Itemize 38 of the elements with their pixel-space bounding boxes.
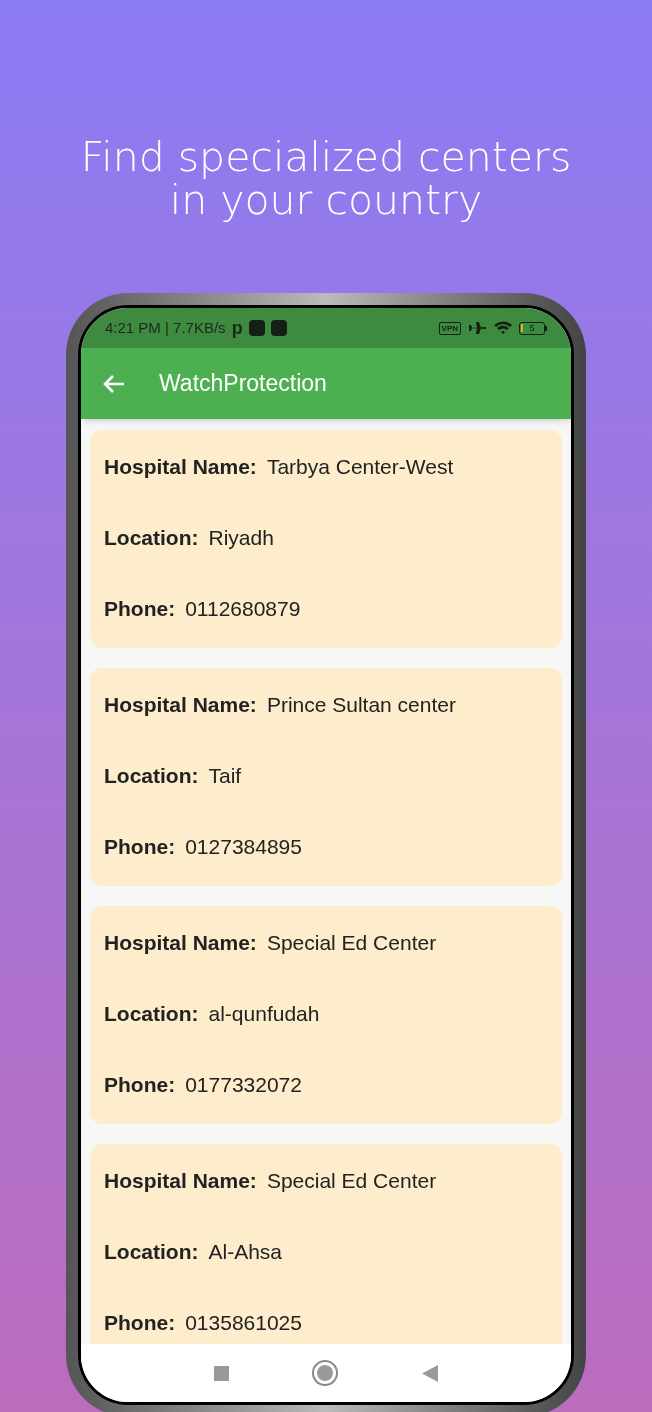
field-value: Tarbya Center-West: [266, 454, 454, 480]
notification-icon: [248, 320, 265, 336]
status-time: 4:21 PM | 7.7KB/s: [105, 317, 226, 338]
field-value: Special Ed Center: [266, 1168, 437, 1194]
field-value: Al-Ahsa: [208, 1239, 283, 1265]
airplane-icon: [467, 320, 487, 336]
recents-icon[interactable]: [213, 1365, 229, 1381]
field-value: Special Ed Center: [266, 930, 437, 956]
field-label: Phone:: [104, 1072, 176, 1098]
vpn-badge: VPN: [438, 321, 461, 335]
field-value: 0135861025: [185, 1310, 302, 1336]
field-label: Location:: [104, 763, 199, 789]
field-label: Location:: [104, 1001, 199, 1027]
field-label: Hospital Name:: [104, 1168, 257, 1194]
home-icon[interactable]: [314, 1362, 337, 1384]
headline: Find specialized centers in your country: [79, 136, 573, 222]
back-arrow-icon[interactable]: [103, 373, 125, 394]
field-label: Hospital Name:: [104, 692, 257, 718]
back-icon[interactable]: [422, 1364, 439, 1382]
field-label: Location:: [104, 1239, 199, 1265]
field-label: Phone:: [104, 1310, 176, 1336]
app-title: WatchProtection: [159, 369, 327, 399]
field-value: Riyadh: [208, 525, 274, 551]
notification-icon: [270, 320, 287, 336]
notification-glyph: p: [231, 319, 243, 337]
field-value: al-qunfudah: [208, 1001, 320, 1027]
wifi-icon: [493, 320, 513, 336]
field-value: 0127384895: [185, 834, 302, 860]
field-label: Location:: [104, 525, 199, 551]
field-label: Hospital Name:: [104, 454, 257, 480]
field-value: 0177332072: [185, 1072, 302, 1098]
field-value: 0112680879: [185, 596, 301, 622]
field-value: Prince Sultan center: [266, 692, 456, 718]
battery-icon: 5: [519, 321, 547, 335]
field-label: Phone:: [104, 834, 176, 860]
field-label: Phone:: [104, 596, 176, 622]
field-value: Taif: [208, 763, 242, 789]
field-label: Hospital Name:: [104, 930, 257, 956]
